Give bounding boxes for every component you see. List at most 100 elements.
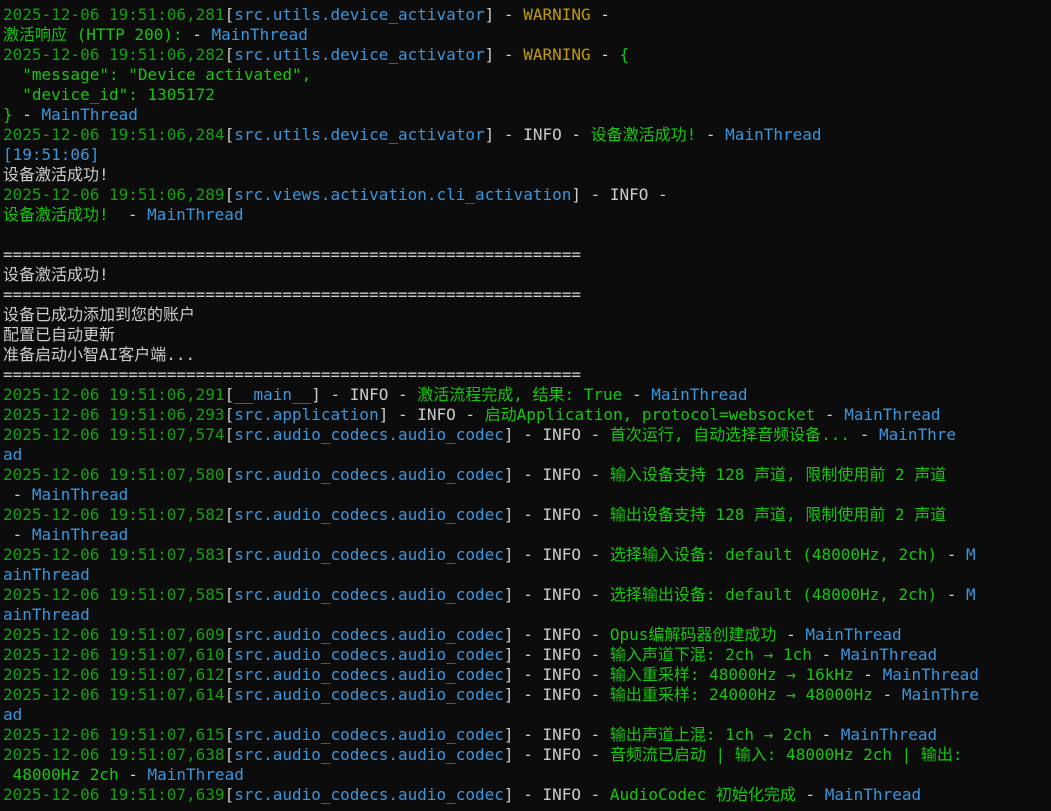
log-punctuation: - (3, 525, 32, 544)
separator-line: ========================================… (3, 285, 581, 304)
thread-name: MainThread (840, 725, 938, 744)
log-punctuation: - (590, 5, 610, 24)
log-module: src.audio_codecs.audio_codec (234, 505, 504, 524)
log-punctuation: - (872, 685, 902, 704)
log-punctuation: - (937, 545, 966, 564)
log-message: "device_id": 1305172 (3, 85, 215, 104)
log-punctuation: ] - (484, 5, 524, 24)
log-level: INFO (542, 725, 581, 744)
terminal-line: 2025-12-06 19:51:07,609[src.audio_codecs… (3, 625, 1051, 645)
terminal-line: ========================================… (3, 365, 1051, 385)
terminal-line: 设备激活成功! (3, 265, 1051, 285)
thread-name: M (966, 585, 976, 604)
log-punctuation: - (696, 125, 726, 144)
terminal-line: ad (3, 705, 1051, 725)
log-timestamp: 2025-12-06 19:51:06,282 (3, 45, 225, 64)
log-timestamp: 2025-12-06 19:51:07,615 (3, 725, 225, 744)
terminal-line: 2025-12-06 19:51:06,291[__main__] - INFO… (3, 385, 1051, 405)
log-punctuation: [ (224, 505, 235, 524)
terminal-line: 2025-12-06 19:51:07,639[src.audio_codecs… (3, 785, 1051, 805)
log-timestamp: 2025-12-06 19:51:07,638 (3, 745, 225, 764)
log-module: src.audio_codecs.audio_codec (234, 725, 504, 744)
log-module: src.utils.device_activator (234, 5, 485, 24)
log-punctuation: - (937, 585, 966, 604)
log-punctuation: ] - (503, 505, 543, 524)
terminal-line: 2025-12-06 19:51:07,638[src.audio_codecs… (3, 745, 1051, 765)
log-punctuation: - (580, 665, 610, 684)
log-message: 输入设备支持 128 声道, 限制使用前 2 声道 (609, 465, 947, 484)
log-punctuation: [ (224, 465, 235, 484)
log-message: 设备激活成功! (3, 205, 109, 224)
terminal-line: 2025-12-06 19:51:07,585[src.audio_codecs… (3, 585, 1051, 605)
log-message: 选择输出设备: default (48000Hz, 2ch) (609, 585, 938, 604)
thread-name: MainThread (840, 645, 938, 664)
log-level: INFO (349, 385, 389, 404)
log-punctuation: - (815, 405, 845, 424)
thread-name: MainThread (211, 25, 308, 44)
terminal-line: 2025-12-06 19:51:07,610[src.audio_codecs… (3, 645, 1051, 665)
log-module: src.audio_codecs.audio_codec (234, 585, 504, 604)
log-timestamp: 2025-12-06 19:51:07,574 (3, 425, 225, 444)
log-punctuation: ] - (484, 45, 524, 64)
log-punctuation: [ (224, 425, 235, 444)
log-message: 启动Application, protocol=websocket (484, 405, 816, 424)
log-punctuation: - (388, 385, 418, 404)
log-module: src.audio_codecs.audio_codec (234, 625, 504, 644)
log-timestamp: 2025-12-06 19:51:06,291 (3, 385, 225, 404)
log-module: src.audio_codecs.audio_codec (234, 545, 504, 564)
log-level: INFO (417, 405, 456, 424)
thread-name: ainThread (3, 605, 90, 624)
log-level: INFO (542, 505, 581, 524)
log-timestamp: 2025-12-06 19:51:07,610 (3, 645, 225, 664)
log-message: 选择输入设备: default (48000Hz, 2ch) (609, 545, 938, 564)
terminal-line: - MainThread (3, 525, 1051, 545)
log-message: Opus编解码器创建成功 (609, 625, 777, 644)
terminal-output[interactable]: 2025-12-06 19:51:06,281[src.utils.device… (0, 0, 1051, 811)
log-message: "message": "Device activated", (3, 65, 312, 84)
separator-line: ========================================… (3, 245, 581, 264)
console-text: 准备启动小智AI客户端... (3, 345, 196, 364)
log-module: __main__ (234, 385, 312, 404)
log-module: src.audio_codecs.audio_codec (234, 465, 504, 484)
log-timestamp: 2025-12-06 19:51:06,284 (3, 125, 225, 144)
log-timestamp: 2025-12-06 19:51:06,289 (3, 185, 225, 204)
log-message: 输出重采样: 24000Hz → 48000Hz (609, 685, 873, 704)
log-punctuation: - (580, 645, 610, 664)
log-timestamp: 2025-12-06 19:51:07,614 (3, 685, 225, 704)
log-message: 输入重采样: 48000Hz → 16kHz (609, 665, 854, 684)
log-punctuation: [ (224, 185, 235, 204)
terminal-line: ainThread (3, 605, 1051, 625)
console-text: 设备激活成功! (3, 165, 109, 184)
log-punctuation: - (561, 125, 591, 144)
log-message: } (3, 105, 13, 124)
log-timestamp: 2025-12-06 19:51:07,612 (3, 665, 225, 684)
log-timestamp: 2025-12-06 19:51:07,585 (3, 585, 225, 604)
log-message: 输出声道上混: 1ch → 2ch (609, 725, 812, 744)
thread-name: ad (3, 705, 23, 724)
log-punctuation: ] - (571, 185, 610, 204)
log-punctuation: - (580, 685, 610, 704)
terminal-line: 2025-12-06 19:51:07,580[src.audio_codecs… (3, 465, 1051, 485)
log-message: 激活流程完成, 结果: True (417, 385, 623, 404)
log-punctuation: - (580, 545, 610, 564)
thread-name: MainThread (147, 205, 244, 224)
log-module: src.utils.device_activator (234, 125, 485, 144)
log-module: src.audio_codecs.audio_codec (234, 785, 504, 804)
log-level: INFO (542, 645, 581, 664)
log-module: src.audio_codecs.audio_codec (234, 645, 504, 664)
log-module: src.audio_codecs.audio_codec (234, 745, 504, 764)
log-punctuation: [ (224, 725, 235, 744)
log-message: AudioCodec 初始化完成 (609, 785, 796, 804)
thread-name: MainThread (824, 785, 922, 804)
log-punctuation: - (580, 465, 610, 484)
console-text: 设备激活成功! (3, 265, 109, 284)
log-punctuation: [ (224, 5, 235, 24)
thread-name: MainThread (805, 625, 902, 644)
log-level: INFO (609, 185, 649, 204)
log-punctuation: [ (224, 45, 235, 64)
log-level: INFO (542, 785, 581, 804)
log-message: 首次运行, 自动选择音频设备... (609, 425, 851, 444)
terminal-line: 2025-12-06 19:51:07,614[src.audio_codecs… (3, 685, 1051, 705)
log-punctuation: [ (224, 405, 235, 424)
